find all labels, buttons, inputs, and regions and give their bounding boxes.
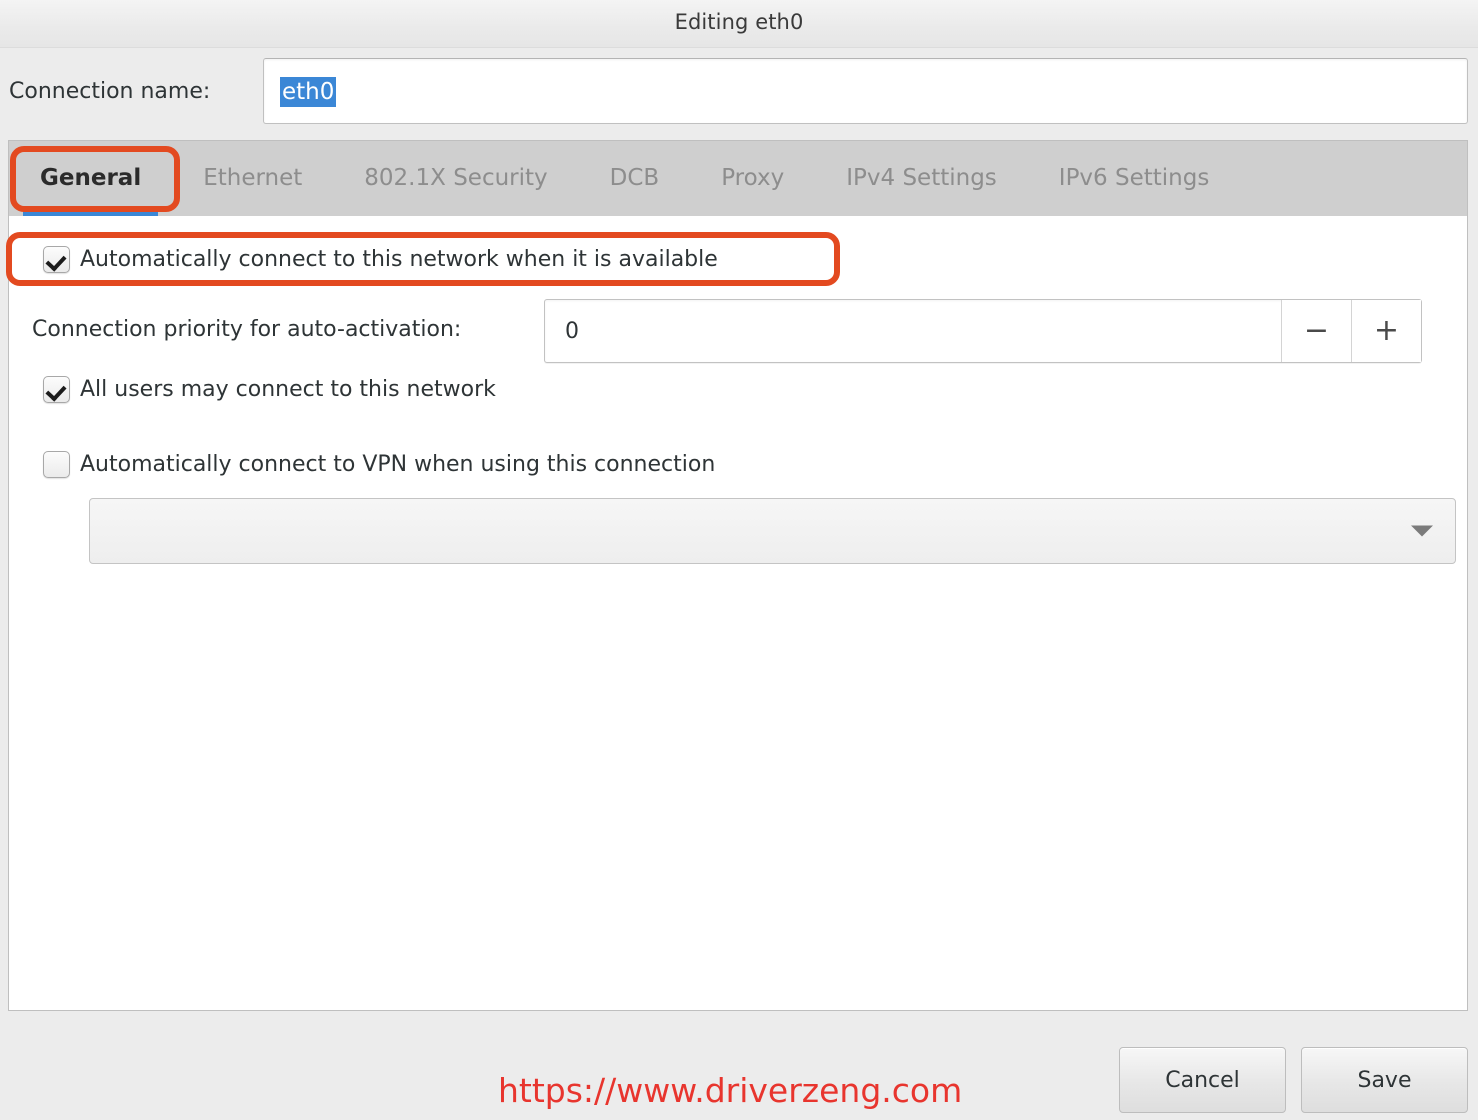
chevron-down-icon	[1411, 525, 1433, 537]
vpn-auto-connect-label: Automatically connect to VPN when using …	[80, 452, 716, 477]
tab-list: General Ethernet 802.1X Security DCB Pro…	[9, 141, 1241, 218]
auto-connect-checkbox[interactable]	[43, 246, 70, 273]
vpn-auto-connect-checkbox-row[interactable]: Automatically connect to VPN when using …	[43, 451, 715, 478]
tab-ipv4-settings[interactable]: IPv4 Settings	[815, 141, 1028, 215]
vpn-connection-select[interactable]	[89, 498, 1456, 564]
tab-ethernet-label: Ethernet	[203, 165, 303, 191]
title-bar: Editing eth0	[0, 0, 1478, 48]
tab-ipv6-settings[interactable]: IPv6 Settings	[1028, 141, 1241, 215]
tab-general-label: General	[40, 165, 142, 191]
tab-general[interactable]: General	[9, 141, 173, 218]
priority-decrement-button[interactable]: −	[1281, 300, 1351, 362]
tab-8021x-security-label: 802.1X Security	[364, 165, 548, 191]
tab-8021x-security[interactable]: 802.1X Security	[333, 141, 578, 215]
auto-connect-checkbox-row[interactable]: Automatically connect to this network wh…	[43, 246, 718, 273]
connection-name-value: eth0	[280, 77, 337, 107]
connection-name-row: Connection name: eth0	[0, 48, 1478, 136]
watermark-text: https://www.driverzeng.com	[498, 1071, 963, 1110]
connection-priority-row: Connection priority for auto-activation:…	[9, 299, 1467, 367]
window-title: Editing eth0	[674, 10, 804, 34]
connection-priority-input[interactable]: 0	[545, 300, 1281, 362]
tab-bar: General Ethernet 802.1X Security DCB Pro…	[8, 140, 1468, 218]
tab-ethernet[interactable]: Ethernet	[172, 141, 333, 215]
priority-increment-button[interactable]: +	[1351, 300, 1421, 362]
connection-priority-label: Connection priority for auto-activation:	[32, 317, 462, 342]
auto-connect-label: Automatically connect to this network wh…	[80, 247, 718, 272]
save-button[interactable]: Save	[1301, 1047, 1468, 1113]
connection-priority-stepper[interactable]: 0 − +	[544, 299, 1422, 363]
tab-ipv6-settings-label: IPv6 Settings	[1058, 165, 1210, 191]
tab-ipv4-settings-label: IPv4 Settings	[846, 165, 997, 191]
dialog-footer: https://www.driverzeng.com Cancel Save	[0, 1011, 1478, 1120]
vpn-auto-connect-checkbox[interactable]	[43, 451, 70, 478]
editing-connection-dialog: Editing eth0 Connection name: eth0 Gener…	[0, 0, 1478, 1120]
tab-proxy[interactable]: Proxy	[690, 141, 815, 215]
general-tab-panel: Automatically connect to this network wh…	[8, 216, 1468, 1011]
connection-name-input[interactable]: eth0	[263, 58, 1468, 124]
all-users-label: All users may connect to this network	[80, 377, 496, 402]
tab-dcb[interactable]: DCB	[579, 141, 691, 215]
all-users-checkbox-row[interactable]: All users may connect to this network	[43, 376, 496, 403]
cancel-button[interactable]: Cancel	[1119, 1047, 1286, 1113]
tab-proxy-label: Proxy	[721, 165, 785, 191]
all-users-checkbox[interactable]	[43, 376, 70, 403]
tab-dcb-label: DCB	[609, 165, 660, 191]
connection-name-label: Connection name:	[9, 79, 211, 104]
